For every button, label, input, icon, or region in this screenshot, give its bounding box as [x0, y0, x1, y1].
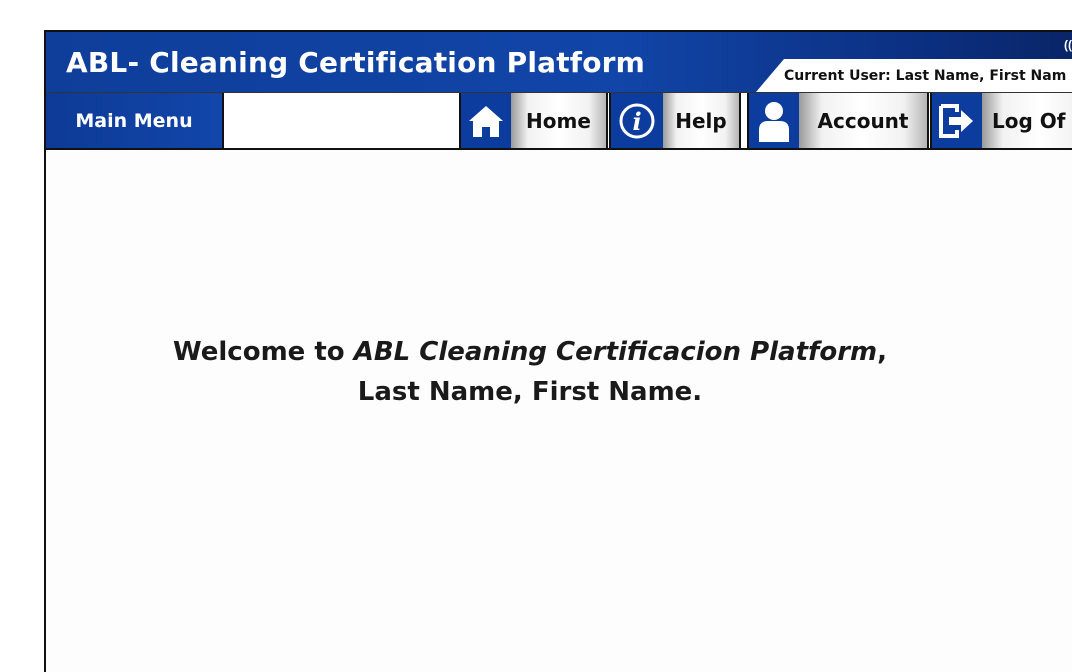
logoff-button[interactable]: Log Of	[930, 93, 1072, 148]
help-button[interactable]: i Help	[609, 93, 741, 148]
welcome-message: Welcome to ABL Cleaning Certificacion Pl…	[0, 332, 1060, 412]
svg-text:i: i	[632, 107, 641, 136]
main-menu-button[interactable]: Main Menu	[46, 93, 224, 148]
app-title: ABL- Cleaning Certification Platform	[66, 46, 646, 79]
account-button[interactable]: Account	[747, 93, 929, 148]
account-label: Account	[799, 93, 927, 148]
welcome-line-1: Welcome to ABL Cleaning Certificacion Pl…	[0, 332, 1060, 372]
home-label: Home	[511, 93, 606, 148]
home-button[interactable]: Home	[459, 93, 608, 148]
help-label: Help	[663, 93, 739, 148]
welcome-suffix: ,	[877, 337, 887, 367]
nav-bar: Main Menu Home i Help Account Log Of	[46, 92, 1072, 150]
signal-icon: ((	[1064, 38, 1072, 52]
logout-icon	[932, 93, 982, 148]
welcome-user: Last Name, First Name.	[357, 377, 703, 407]
welcome-prefix: Welcome to	[173, 337, 354, 367]
current-user-label: Current User: Last Name, First Nam	[784, 68, 1067, 84]
info-icon: i	[611, 93, 663, 148]
logoff-label: Log Of	[982, 93, 1072, 148]
home-icon	[461, 93, 511, 148]
platform-name: ABL Cleaning Certificacion Platform	[353, 337, 878, 367]
user-icon	[749, 93, 799, 148]
